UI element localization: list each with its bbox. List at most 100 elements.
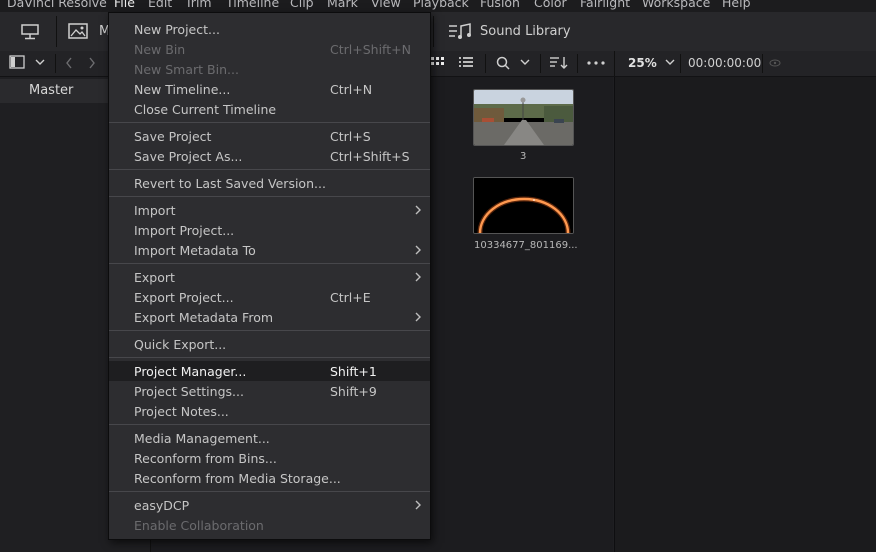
menu-item-save-project[interactable]: Save Project Ctrl+S xyxy=(109,126,430,146)
menu-item-shortcut: Ctrl+Shift+S xyxy=(330,149,410,164)
menu-item-import[interactable]: Import xyxy=(109,200,430,220)
menu-item-quick-export[interactable]: Quick Export... xyxy=(109,334,430,354)
menu-edit[interactable]: Edit xyxy=(148,0,172,11)
menu-file[interactable]: File xyxy=(114,0,135,11)
search-icon[interactable] xyxy=(496,56,510,70)
menu-item-shortcut: Shift+9 xyxy=(330,384,377,399)
menu-item-reconform-from-media-storage[interactable]: Reconform from Media Storage... xyxy=(109,468,430,488)
menu-item-media-management[interactable]: Media Management... xyxy=(109,428,430,448)
bin-master-label: Master xyxy=(29,83,74,98)
menu-item-label: Media Management... xyxy=(134,431,270,446)
menu-divider xyxy=(109,169,430,170)
menu-item-shortcut: Shift+1 xyxy=(330,364,377,379)
menu-item-new-smart-bin: New Smart Bin... xyxy=(109,59,430,79)
sound-library-icon[interactable] xyxy=(448,23,472,41)
menu-view[interactable]: View xyxy=(371,0,401,11)
menu-divider xyxy=(109,330,430,331)
sound-library-label[interactable]: Sound Library xyxy=(480,24,571,39)
menu-item-label: Save Project xyxy=(134,129,212,144)
menu-item-export-metadata-from[interactable]: Export Metadata From xyxy=(109,307,430,327)
monitor-icon[interactable] xyxy=(20,24,40,40)
file-menu-dropdown: New Project... New Bin Ctrl+Shift+N New Sma… xyxy=(108,12,431,540)
menu-item-label: Enable Collaboration xyxy=(134,518,264,533)
menu-item-label: Project Manager... xyxy=(134,364,247,379)
menu-fusion[interactable]: Fusion xyxy=(480,0,520,11)
chevron-right-icon xyxy=(415,500,421,510)
menu-item-enable-collaboration: Enable Collaboration xyxy=(109,515,430,535)
menu-item-label: Revert to Last Saved Version... xyxy=(134,176,326,191)
forward-arrow-icon[interactable] xyxy=(88,57,96,69)
sort-icon[interactable] xyxy=(549,56,569,70)
menu-workspace[interactable]: Workspace xyxy=(642,0,710,11)
viewer-panel xyxy=(614,77,876,552)
menu-playback[interactable]: Playback xyxy=(413,0,469,11)
menu-item-label: New Bin xyxy=(134,42,186,57)
chevron-down-icon[interactable] xyxy=(520,59,530,67)
clip-label: 10334677_801169... xyxy=(474,240,578,251)
menu-item-import-metadata-to[interactable]: Import Metadata To xyxy=(109,240,430,260)
menu-item-label: New Smart Bin... xyxy=(134,62,239,77)
menu-item-new-project[interactable]: New Project... xyxy=(109,19,430,39)
chevron-down-icon[interactable] xyxy=(35,59,45,67)
menu-item-shortcut: Ctrl+N xyxy=(330,82,373,97)
menu-item-label: Reconform from Bins... xyxy=(134,451,277,466)
menu-item-easydcp[interactable]: easyDCP xyxy=(109,495,430,515)
menu-item-label: Project Settings... xyxy=(134,384,244,399)
menu-item-export-project[interactable]: Export Project... Ctrl+E xyxy=(109,287,430,307)
menu-item-new-timeline[interactable]: New Timeline... Ctrl+N xyxy=(109,79,430,99)
menu-item-label: Quick Export... xyxy=(134,337,227,352)
media-pool-icon[interactable] xyxy=(68,23,90,41)
clip-thumbnail-image xyxy=(474,90,573,145)
menu-item-save-project-as[interactable]: Save Project As... Ctrl+Shift+S xyxy=(109,146,430,166)
menu-item-label: New Timeline... xyxy=(134,82,231,97)
menu-clip[interactable]: Clip xyxy=(290,0,314,11)
chevron-down-icon[interactable] xyxy=(665,59,675,67)
menu-help[interactable]: Help xyxy=(722,0,751,11)
menu-item-close-current-timeline[interactable]: Close Current Timeline xyxy=(109,99,430,119)
grid-view-icon[interactable] xyxy=(431,57,445,69)
menu-divider xyxy=(109,122,430,123)
clip-thumbnail[interactable] xyxy=(473,177,574,234)
menu-bar: DaVinci Resolve File Edit Trim Timeline Clip M… xyxy=(0,0,876,12)
menu-item-label: Export xyxy=(134,270,175,285)
menu-fairlight[interactable]: Fairlight xyxy=(580,0,630,11)
panel-toggle-icon[interactable] xyxy=(9,55,25,69)
menu-trim[interactable]: Trim xyxy=(185,0,212,11)
more-options-icon[interactable] xyxy=(587,61,605,65)
zoom-level[interactable]: 25% xyxy=(628,56,657,70)
timecode-display: 00:00:00:00 xyxy=(688,56,762,70)
menu-divider xyxy=(109,263,430,264)
menu-item-project-settings[interactable]: Project Settings... Shift+9 xyxy=(109,381,430,401)
menu-item-label: Import xyxy=(134,203,176,218)
menu-divider xyxy=(109,424,430,425)
menu-item-revert-to-last-saved-version[interactable]: Revert to Last Saved Version... xyxy=(109,173,430,193)
menu-davinci-resolve[interactable]: DaVinci Resolve xyxy=(7,0,107,11)
menu-item-label: Project Notes... xyxy=(134,404,229,419)
menu-divider xyxy=(109,357,430,358)
menu-item-shortcut: Ctrl+Shift+N xyxy=(330,42,411,57)
menu-color[interactable]: Color xyxy=(534,0,567,11)
visibility-icon[interactable] xyxy=(769,59,781,67)
menu-mark[interactable]: Mark xyxy=(327,0,358,11)
menu-item-export[interactable]: Export xyxy=(109,267,430,287)
clip-thumbnail-image xyxy=(474,178,573,233)
back-arrow-icon[interactable] xyxy=(65,57,73,69)
chevron-right-icon xyxy=(415,245,421,255)
chevron-right-icon xyxy=(415,312,421,322)
menu-item-label: Import Metadata To xyxy=(134,243,256,258)
list-view-icon[interactable] xyxy=(459,57,473,69)
menu-timeline[interactable]: Timeline xyxy=(226,0,279,11)
menu-item-label: Import Project... xyxy=(134,223,235,238)
clip-thumbnail[interactable] xyxy=(473,89,574,146)
menu-item-import-project[interactable]: Import Project... xyxy=(109,220,430,240)
chevron-right-icon xyxy=(415,272,421,282)
menu-item-reconform-from-bins[interactable]: Reconform from Bins... xyxy=(109,448,430,468)
menu-item-project-notes[interactable]: Project Notes... xyxy=(109,401,430,421)
menu-item-label: Export Metadata From xyxy=(134,310,274,325)
menu-item-shortcut: Ctrl+S xyxy=(330,129,371,144)
menu-item-project-manager[interactable]: Project Manager... Shift+1 xyxy=(109,361,430,381)
clip-label: 3 xyxy=(520,151,527,162)
menu-item-label: easyDCP xyxy=(134,498,190,513)
menu-item-label: Reconform from Media Storage... xyxy=(134,471,341,486)
menu-item-label: Export Project... xyxy=(134,290,234,305)
